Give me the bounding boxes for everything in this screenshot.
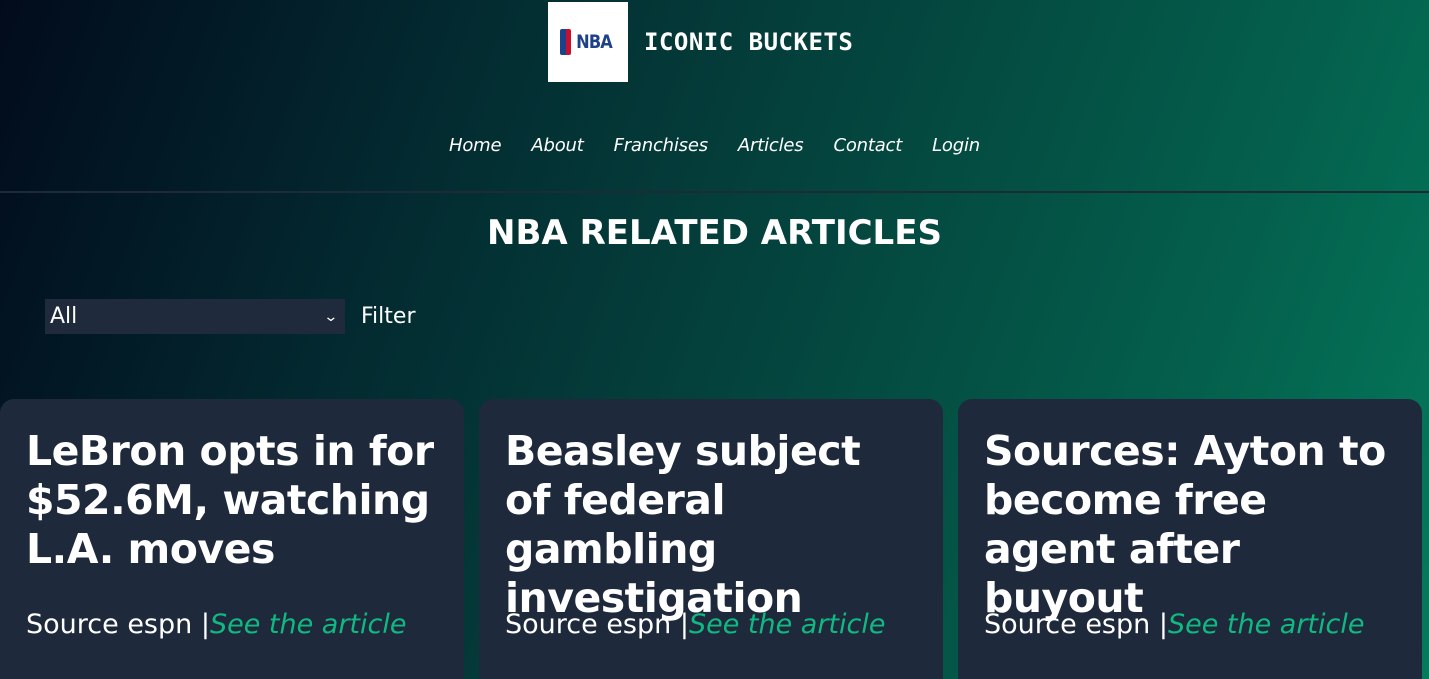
nba-logo-icon: NBA (560, 29, 615, 55)
article-title: Sources: Ayton to become free agent afte… (984, 427, 1386, 622)
article-source: Source espn (984, 609, 1151, 640)
see-article-link[interactable]: See the article (1168, 609, 1365, 640)
article-meta: Source espn |See the article (984, 609, 1364, 640)
article-title: Beasley subject of federal gambling inve… (505, 427, 861, 622)
article-card: LeBron opts in for $52.6M, watching L.A.… (0, 399, 464, 679)
article-meta: Source espn |See the article (505, 609, 885, 640)
meta-separator: | (200, 609, 210, 640)
article-title: LeBron opts in for $52.6M, watching L.A.… (26, 427, 434, 573)
article-source: Source espn (505, 609, 672, 640)
nav-franchises[interactable]: Franchises (614, 135, 709, 156)
filter-row: All ⌄ Filter (45, 299, 415, 334)
page-title: NBA RELATED ARTICLES (487, 213, 942, 253)
nba-logo[interactable]: NBA (548, 2, 628, 82)
nav-articles[interactable]: Articles (738, 135, 804, 156)
see-article-link[interactable]: See the article (210, 609, 407, 640)
nba-logo-mark (560, 29, 572, 55)
meta-separator: | (1158, 609, 1168, 640)
see-article-link[interactable]: See the article (689, 609, 886, 640)
nav-home[interactable]: Home (449, 135, 502, 156)
nba-logo-text: NBA (576, 31, 614, 53)
article-source: Source espn (26, 609, 193, 640)
article-meta: Source espn |See the article (26, 609, 406, 640)
category-select[interactable]: All ⌄ (45, 299, 345, 334)
article-card: Beasley subject of federal gambling inve… (479, 399, 943, 679)
main-nav: Home About Franchises Articles Contact L… (0, 135, 1429, 156)
brand: NBA ICONIC BUCKETS (548, 2, 853, 82)
article-card: Sources: Ayton to become free agent afte… (958, 399, 1422, 679)
filter-button[interactable]: Filter (361, 304, 415, 329)
site-title: ICONIC BUCKETS (644, 28, 854, 56)
nav-contact[interactable]: Contact (833, 135, 902, 156)
nav-login[interactable]: Login (932, 135, 980, 156)
site-header: NBA ICONIC BUCKETS Home About Franchises… (0, 0, 1429, 193)
category-select-value: All (50, 304, 78, 329)
chevron-down-icon: ⌄ (323, 308, 339, 325)
nav-about[interactable]: About (531, 135, 583, 156)
meta-separator: | (679, 609, 689, 640)
